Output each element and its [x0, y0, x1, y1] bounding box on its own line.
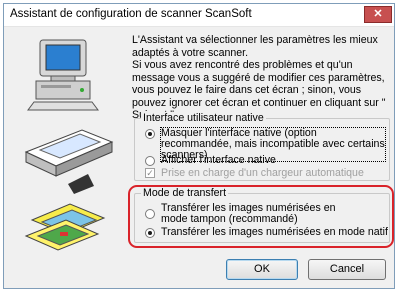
show-native-label: Afficher l'interface native — [161, 154, 276, 166]
wizard-description: L'Assistant va sélectionner les paramètr… — [132, 34, 392, 122]
scanner-icon — [24, 129, 114, 194]
title-bar: Assistant de configuration de scanner Sc… — [4, 4, 394, 27]
transfer-mode-highlight — [128, 185, 394, 248]
window-title: Assistant de configuration de scanner Sc… — [10, 8, 252, 20]
computer-icon — [27, 39, 99, 111]
hide-native-radio[interactable] — [145, 129, 155, 139]
description-intro: L'Assistant va sélectionner les paramètr… — [132, 34, 378, 59]
ok-button[interactable]: OK — [226, 259, 298, 280]
feeder-checkbox: ✓ — [145, 168, 155, 178]
cancel-button[interactable]: Cancel — [308, 259, 386, 280]
show-native-radio[interactable] — [145, 156, 155, 166]
feeder-label: Prise en charge d'un chargeur automatiqu… — [161, 167, 364, 179]
show-native-option[interactable]: Afficher l'interface native — [145, 155, 345, 166]
feeder-option: ✓ Prise en charge d'un chargeur automati… — [145, 168, 375, 179]
hide-native-option[interactable]: Masquer l'interface native (option recom… — [145, 127, 386, 162]
wizard-illustration — [24, 39, 114, 251]
close-button[interactable]: ✕ — [364, 6, 392, 23]
scanner-wizard-window: Assistant de configuration de scanner Sc… — [3, 3, 395, 289]
native-interface-legend: Interface utilisateur native — [141, 112, 266, 124]
documents-icon — [24, 203, 106, 251]
native-interface-group: Interface utilisateur native Masquer l'i… — [134, 112, 390, 181]
